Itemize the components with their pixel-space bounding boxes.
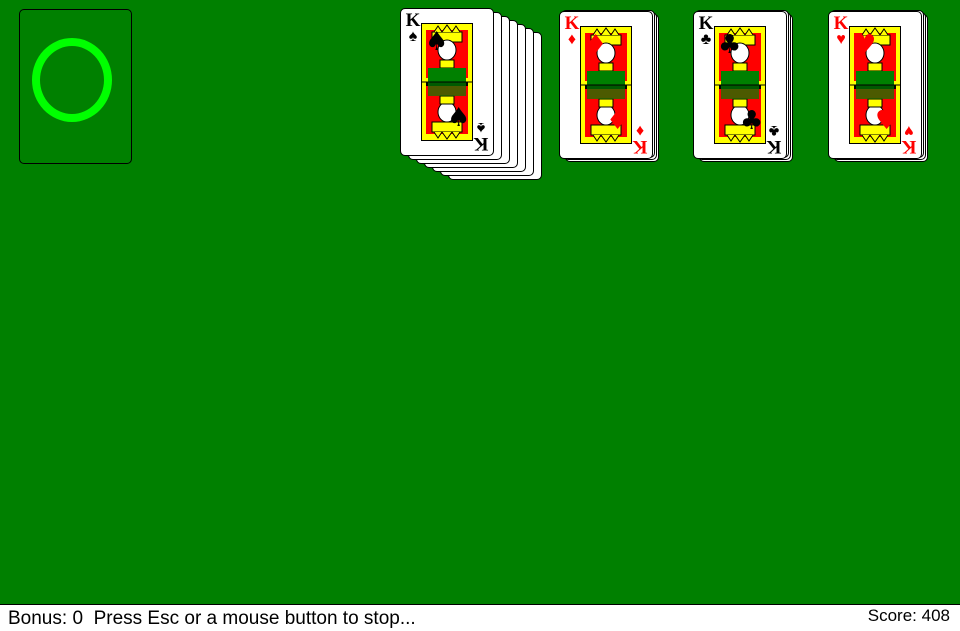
suit-clubs-icon: ♣ <box>700 31 712 48</box>
card-corner-bottom: K ♠ <box>472 119 490 154</box>
foundation-top-card-king-diamonds[interactable]: K ♦ ♦ ♦ K ♦ <box>559 11 653 159</box>
foundation-top-card-king-hearts[interactable]: K ♥ ♥ ♥ K ♥ <box>828 11 922 159</box>
card-rank: K <box>473 133 489 154</box>
foundation-top-card-king-spades[interactable]: K ♠ ♠ ♠ K ♠ <box>400 8 494 156</box>
card-corner-bottom: K ♦ <box>631 122 649 157</box>
suit-diamonds-icon: ♦ <box>584 30 608 60</box>
suit-diamonds-icon: ♦ <box>567 31 577 48</box>
foundation-spades[interactable]: K ♠ ♠ ♠ K ♠ <box>400 8 560 180</box>
bonus-value: 0 <box>72 608 84 629</box>
suit-clubs-icon: ♣ <box>740 106 764 136</box>
recycle-ring-icon <box>32 38 112 122</box>
card-corner-bottom: K ♥ <box>900 122 918 157</box>
suit-spades-icon: ♠ <box>425 27 449 57</box>
card-corner-top: K ♦ <box>563 14 581 48</box>
card-rank: K <box>901 136 917 157</box>
card-rank: K <box>632 136 648 157</box>
foundation-hearts[interactable]: K ♥ ♥ ♥ K ♥ <box>828 8 960 178</box>
card-rank: K <box>766 136 782 157</box>
score-value: 408 <box>921 606 950 625</box>
bonus-label: Bonus: <box>8 608 68 629</box>
status-message-line: Bonus: 0 Press Esc or a mouse button to … <box>8 608 416 630</box>
stock-pile-empty[interactable] <box>19 9 132 164</box>
suit-hearts-icon: ♥ <box>836 31 846 48</box>
suit-clubs-icon: ♣ <box>718 30 742 60</box>
score-display: Score: 408 <box>868 606 950 626</box>
suit-hearts-icon: ♥ <box>875 106 899 136</box>
game-table[interactable]: K ♠ ♠ ♠ K ♠ K ♦ ♦ ♦ K ♦ K ♣ ♣ ♣ K ♣ K ♥ … <box>0 0 960 604</box>
status-bar: Bonus: 0 Press Esc or a mouse button to … <box>0 604 960 631</box>
status-message: Press Esc or a mouse button to stop... <box>93 608 416 629</box>
score-label: Score: <box>867 606 917 625</box>
foundation-top-card-king-clubs[interactable]: K ♣ ♣ ♣ K ♣ <box>693 11 787 159</box>
card-corner-top: K ♠ <box>404 11 422 45</box>
suit-spades-icon: ♠ <box>408 28 418 45</box>
suit-spades-icon: ♠ <box>447 103 471 133</box>
card-corner-bottom: K ♣ <box>765 122 783 157</box>
card-corner-top: K ♣ <box>697 14 715 48</box>
suit-diamonds-icon: ♦ <box>606 106 630 136</box>
suit-hearts-icon: ♥ <box>853 30 877 60</box>
card-corner-top: K ♥ <box>832 14 850 48</box>
